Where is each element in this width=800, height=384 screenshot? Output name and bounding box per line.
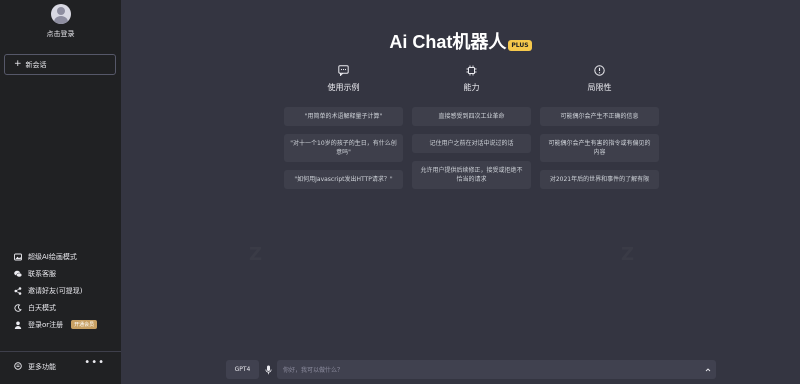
share-icon [14, 286, 22, 295]
sidebar-item-ai-drawing[interactable]: 超级AI绘画模式 [0, 248, 121, 265]
svg-text:Z: Z [249, 244, 264, 265]
menu-icon [14, 362, 22, 372]
capability-card: 允许用户提供后续修正，接受或拒绝不恰当的请求 [412, 161, 531, 189]
svg-text:Z: Z [621, 244, 636, 265]
microphone-icon[interactable] [263, 360, 273, 379]
page-header: Ai Chat机器人 PLUS [121, 28, 800, 54]
scroll-up-button[interactable] [701, 360, 715, 379]
column-title: 局限性 [587, 83, 612, 92]
example-card[interactable]: "用简单的术语解释量子计算" [284, 107, 403, 126]
more-options-icon[interactable]: ••• [84, 357, 105, 368]
avatar[interactable] [50, 4, 71, 24]
column-limitations: 局限性 可能偶尔会产生不正确的信息 可能偶尔会产生有害的指令或有偏见的内容 对2… [540, 64, 659, 197]
limitation-card: 可能偶尔会产生不正确的信息 [540, 107, 659, 126]
capability-card: 记住用户之前在对话中说过的话 [412, 134, 531, 153]
capability-card: 直接感受到四次工业革命 [412, 107, 531, 126]
sidebar-item-invite-friends[interactable]: 邀请好友(可提现) [0, 282, 121, 299]
sidebar-item-label: 超级AI绘画模式 [28, 252, 77, 261]
example-card[interactable]: "如何用Javascript发出HTTP请求？" [284, 170, 403, 189]
chevron-up-icon [705, 367, 711, 371]
plus-icon: + [14, 59, 22, 69]
sidebar-item-day-mode[interactable]: 白天模式 [0, 299, 121, 316]
sidebar-menu: 超级AI绘画模式 联系客服 邀请好友(可提现) 白天模式 登录or注册 开通会员 [0, 248, 121, 333]
sidebar-item-label: 白天模式 [28, 303, 56, 312]
plus-badge: PLUS [508, 39, 532, 51]
warning-icon [594, 64, 606, 76]
sidebar-item-contact-support[interactable]: 联系客服 [0, 265, 121, 282]
new-chat-label: 新会话 [25, 60, 47, 69]
limitation-card: 对2021年后的世界和事件的了解有限 [540, 170, 659, 189]
column-capabilities: 能力 直接感受到四次工业革命 记住用户之前在对话中说过的话 允许用户提供后续修正… [412, 64, 531, 197]
login-link[interactable]: 点击登录 [0, 29, 121, 39]
sidebar-item-label: 联系客服 [28, 269, 56, 278]
chat-input-placeholder: 你好，我可以做什么？ [283, 367, 344, 374]
watermark-left: Z [249, 242, 309, 272]
column-title: 使用示例 [327, 83, 360, 92]
wechat-icon [14, 270, 22, 278]
user-icon [14, 321, 22, 329]
example-card[interactable]: "对十一个10岁的孩子的生日，有什么创意吗" [284, 134, 403, 162]
sidebar-item-login-register[interactable]: 登录or注册 开通会员 [0, 316, 121, 333]
more-features-label: 更多功能 [28, 363, 56, 371]
new-chat-button[interactable]: + 新会话 [4, 54, 116, 75]
chat-bubble-icon [338, 64, 350, 76]
page-title: Ai Chat机器人 [389, 32, 507, 52]
moon-icon [14, 303, 22, 312]
model-select-button[interactable]: GPT4 [226, 360, 259, 379]
sidebar-divider [0, 351, 121, 352]
watermark-right: Z [621, 242, 681, 272]
column-title: 能力 [463, 83, 480, 92]
chat-input-bar: GPT4 你好，我可以做什么？ [226, 360, 716, 379]
feature-columns: 使用示例 "用简单的术语解释量子计算" "对十一个10岁的孩子的生日，有什么创意… [284, 64, 659, 197]
sidebar-item-label: 邀请好友(可提现) [28, 286, 83, 295]
column-examples: 使用示例 "用简单的术语解释量子计算" "对十一个10岁的孩子的生日，有什么创意… [284, 64, 403, 197]
main-area: Z Z Ai Chat机器人 PLUS 使用示例 "用简单的术语解释量子计算" … [121, 0, 800, 384]
limitation-card: 可能偶尔会产生有害的指令或有偏见的内容 [540, 134, 659, 162]
image-icon [14, 253, 22, 261]
chip-icon [466, 64, 478, 76]
sidebar-item-label: 登录or注册 [28, 320, 64, 329]
chat-input[interactable]: 你好，我可以做什么？ [277, 360, 716, 379]
vip-badge[interactable]: 开通会员 [71, 320, 98, 329]
login-area[interactable]: 点击登录 [0, 4, 121, 39]
sidebar: 点击登录 + 新会话 超级AI绘画模式 联系客服 邀请好友(可提现) 白天模式 … [0, 0, 121, 384]
